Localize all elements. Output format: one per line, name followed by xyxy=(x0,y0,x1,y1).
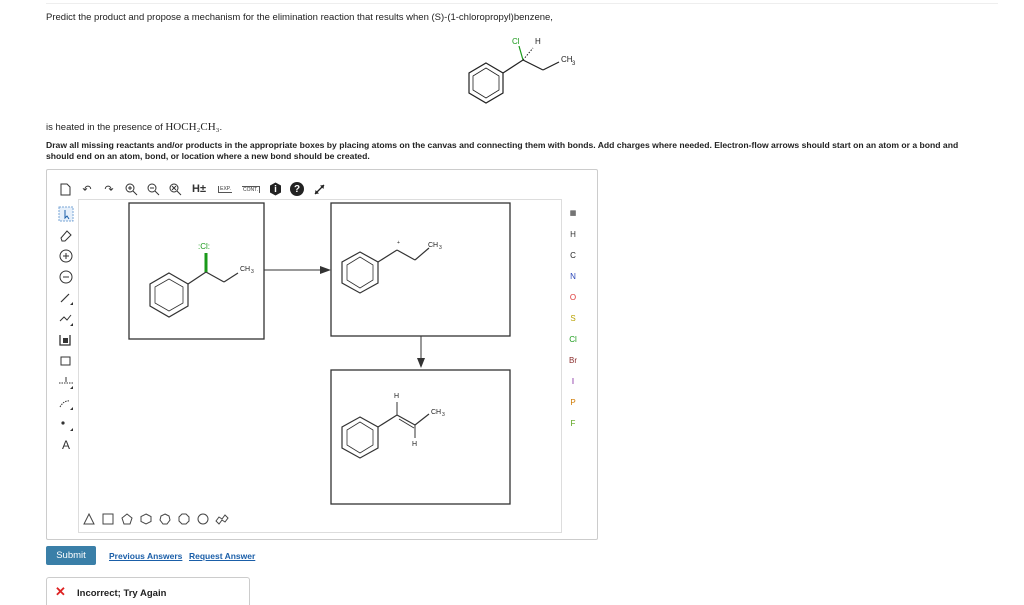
octagon-ring-icon[interactable] xyxy=(177,512,191,526)
question-text: Predict the product and propose a mechan… xyxy=(46,12,553,23)
submit-button[interactable]: Submit xyxy=(46,546,96,565)
selection-tool-icon[interactable] xyxy=(56,203,76,224)
left-toolbar: A xyxy=(56,203,76,455)
svg-text:3: 3 xyxy=(251,269,254,275)
square-shape-icon[interactable] xyxy=(56,350,76,371)
svg-text:+: + xyxy=(397,240,400,246)
hydrogen-label: H xyxy=(535,37,541,46)
chair-ring-icon[interactable] xyxy=(215,512,229,526)
zoom-out-icon[interactable] xyxy=(145,181,161,197)
instructions: Draw all missing reactants and/or produc… xyxy=(46,140,959,161)
svg-text:3: 3 xyxy=(442,412,445,418)
svg-text:3: 3 xyxy=(572,61,576,67)
lone-pair-icon[interactable] xyxy=(56,413,76,434)
reactant-structure: Cl H CH 3 xyxy=(468,37,576,104)
text-tool-icon[interactable]: A xyxy=(56,434,76,455)
pentagon-ring-icon[interactable] xyxy=(120,512,134,526)
question-text-2: is heated in the presence of HOCH₂CH₃. xyxy=(46,121,223,133)
product-hydrogen-top: H xyxy=(394,393,399,400)
cyclopentadiene-ring-icon[interactable] xyxy=(196,512,210,526)
ring-shape-bar xyxy=(82,512,229,526)
product-hydrogen-bottom: H xyxy=(412,441,417,448)
atom-br[interactable]: Br xyxy=(562,350,584,371)
reactant-methyl-label: CH xyxy=(240,266,250,273)
atom-s[interactable]: S xyxy=(562,308,584,329)
atom-h[interactable]: H xyxy=(562,224,584,245)
atom-palette: ▦ H C N O S Cl Br I P F xyxy=(562,203,584,434)
intermediate-box[interactable] xyxy=(330,202,511,337)
positive-charge-icon[interactable] xyxy=(56,245,76,266)
incorrect-icon: ✕ xyxy=(55,584,66,599)
sketcher-toolbar: ↶ ↷ H± EXP. CONT. ? xyxy=(57,180,327,198)
atom-o[interactable]: O xyxy=(562,287,584,308)
feedback-text: Incorrect; Try Again xyxy=(77,588,167,599)
atom-cl[interactable]: Cl xyxy=(562,329,584,350)
reaction-arrow-icon[interactable] xyxy=(56,371,76,392)
methyl-label: CH xyxy=(561,55,573,64)
intermediate-methyl-label: CH xyxy=(428,242,438,249)
expand-button[interactable]: EXP. xyxy=(215,181,235,197)
ethanol-formula: HOCH₂CH₃ xyxy=(165,121,220,133)
chlorine-label: Cl xyxy=(512,37,520,46)
drawing-canvas[interactable]: :Cl: CH 3 + CH 3 H H CH 3 xyxy=(78,199,562,533)
negative-charge-icon[interactable] xyxy=(56,266,76,287)
heptagon-ring-icon[interactable] xyxy=(158,512,172,526)
product-methyl-label: CH xyxy=(431,409,441,416)
info-icon[interactable] xyxy=(267,181,283,197)
explicit-hydrogens-button[interactable]: H± xyxy=(189,181,209,197)
svg-text:3: 3 xyxy=(439,245,442,251)
new-document-icon[interactable] xyxy=(57,181,73,197)
feedback-panel: ✕ Incorrect; Try Again xyxy=(46,577,250,605)
atom-i[interactable]: I xyxy=(562,371,584,392)
atom-n[interactable]: N xyxy=(562,266,584,287)
ring-template-icon[interactable] xyxy=(56,329,76,350)
zoom-reset-icon[interactable] xyxy=(167,181,183,197)
atom-f[interactable]: F xyxy=(562,413,584,434)
undo-icon[interactable]: ↶ xyxy=(79,181,95,197)
eraser-icon[interactable] xyxy=(56,224,76,245)
chain-tool-icon[interactable] xyxy=(56,308,76,329)
square-ring-icon[interactable] xyxy=(101,512,115,526)
contract-button[interactable]: CONT. xyxy=(241,181,261,197)
atom-p[interactable]: P xyxy=(562,392,584,413)
hexagon-ring-icon[interactable] xyxy=(139,512,153,526)
single-bond-icon[interactable] xyxy=(56,287,76,308)
product-box[interactable] xyxy=(330,369,511,505)
help-icon[interactable]: ? xyxy=(289,181,305,197)
request-answer-link[interactable]: Request Answer xyxy=(189,551,255,561)
triangle-ring-icon[interactable] xyxy=(82,512,96,526)
fullscreen-icon[interactable] xyxy=(311,181,327,197)
electron-flow-arrow-icon[interactable] xyxy=(56,392,76,413)
zoom-in-icon[interactable] xyxy=(123,181,139,197)
redo-icon[interactable]: ↷ xyxy=(101,181,117,197)
top-divider xyxy=(46,3,998,4)
atom-c[interactable]: C xyxy=(562,245,584,266)
periodic-table-icon[interactable]: ▦ xyxy=(562,203,584,224)
previous-answers-link[interactable]: Previous Answers xyxy=(109,551,182,561)
reactant-chlorine-label: :Cl: xyxy=(198,242,210,251)
